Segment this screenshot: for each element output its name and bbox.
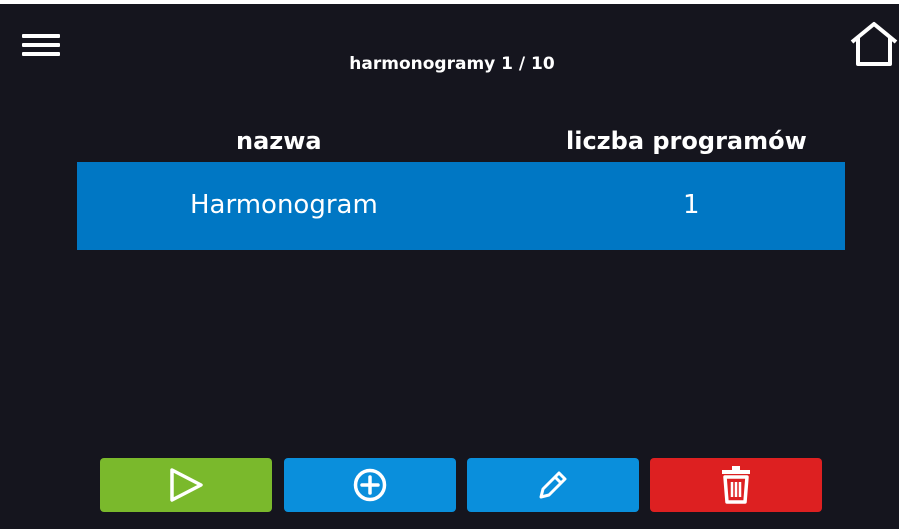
pencil-icon — [539, 471, 567, 499]
right-border — [899, 0, 904, 529]
home-button[interactable] — [848, 20, 900, 68]
device-screen: harmonogramy 1 / 10 nazwa liczba program… — [0, 0, 904, 529]
delete-button[interactable] — [650, 458, 822, 512]
hamburger-menu-icon — [22, 34, 62, 56]
page-title: harmonogramy 1 / 10 — [349, 54, 555, 74]
top-border — [0, 0, 904, 4]
add-button[interactable] — [284, 458, 456, 512]
table-row[interactable]: Harmonogram 1 — [77, 162, 845, 250]
row-name-cell: Harmonogram — [190, 190, 378, 220]
plus-circle-icon — [353, 468, 387, 502]
start-button[interactable] — [100, 458, 272, 512]
home-icon — [850, 22, 898, 66]
trash-icon — [722, 466, 750, 504]
row-count-cell: 1 — [683, 190, 700, 220]
column-header-program-count[interactable]: liczba programów — [566, 127, 807, 155]
edit-button[interactable] — [467, 458, 639, 512]
column-header-name[interactable]: nazwa — [236, 127, 322, 155]
play-icon — [170, 468, 203, 502]
